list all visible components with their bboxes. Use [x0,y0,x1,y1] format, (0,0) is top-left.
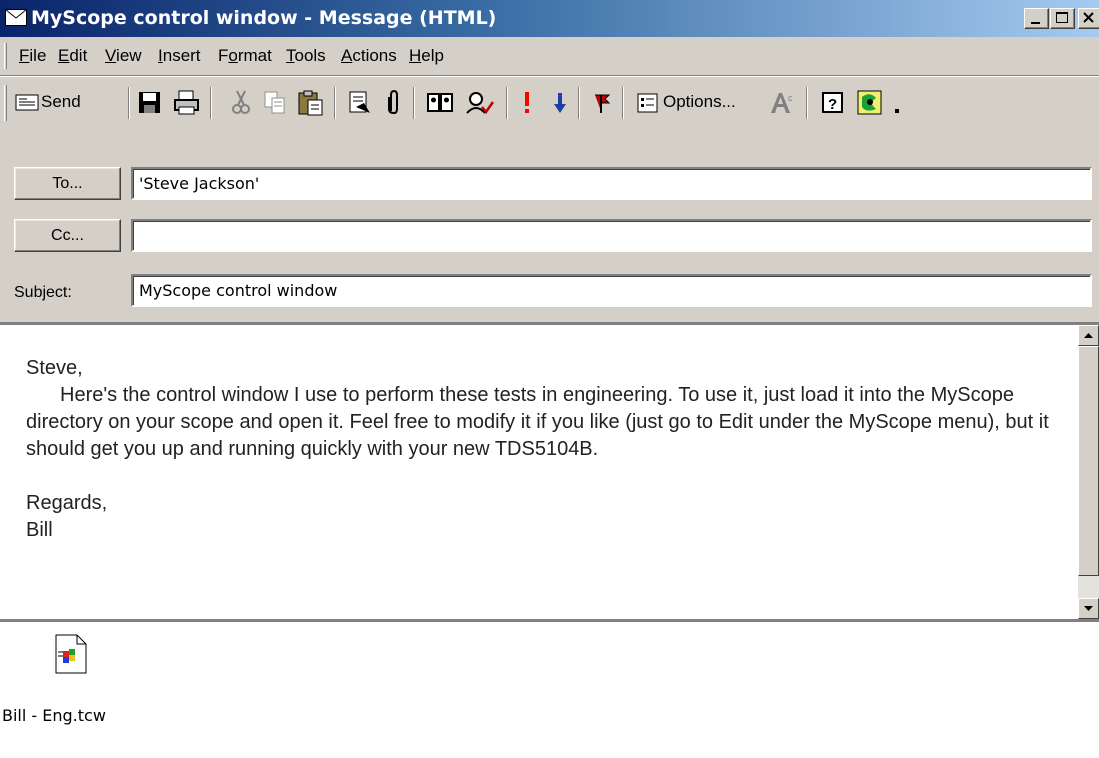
menu-view[interactable]: View [105,46,142,66]
toolbar-separator [578,87,580,119]
window-title: MyScope control window - Message (HTML) [31,7,497,29]
send-button[interactable]: Send [14,89,124,117]
standard-toolbar: Send Options... c ? [0,77,1099,129]
more-icon[interactable] [891,89,905,117]
menu-edit[interactable]: Edit [58,46,87,66]
assistant-icon[interactable] [856,89,884,117]
menu-grip[interactable] [4,43,7,69]
body-paragraph: Here's the control window I use to perfo… [26,384,1049,460]
greeting-line: Steve, [26,357,83,379]
minimize-icon [1031,22,1040,24]
subject-field[interactable]: MyScope control window [131,274,1092,307]
closing-line: Regards, [26,492,108,514]
title-bar[interactable]: MyScope control window - Message (HTML) [0,0,1099,37]
options-icon [637,93,658,113]
importance-high-icon[interactable] [520,89,534,117]
maximize-button[interactable] [1050,8,1075,29]
menu-help[interactable]: Help [409,46,444,66]
menu-bar: File Edit View Insert Format Tools Actio… [0,37,1099,76]
subject-label: Subject: [14,284,72,301]
toolbar-separator [413,87,415,119]
send-label: Send [41,92,81,111]
toolbar-separator [334,87,336,119]
toolbar-separator [210,87,212,119]
message-body[interactable]: Steve, Here's the control window I use t… [0,322,1099,622]
signature-line: Bill [26,519,53,541]
scroll-up-button[interactable] [1078,325,1099,346]
attachment-pane: Bill - Eng.tcw [0,622,1099,758]
to-button[interactable]: To... [14,167,121,200]
scroll-thumb[interactable] [1078,346,1099,576]
arrow-down-icon [1084,606,1093,611]
close-icon [1083,12,1094,23]
menu-insert[interactable]: Insert [158,46,201,66]
save-icon[interactable] [137,89,163,117]
copy-icon[interactable] [262,89,288,117]
paste-icon[interactable] [296,89,326,117]
options-button[interactable]: Options... [636,89,754,117]
message-window: MyScope control window - Message (HTML) … [0,0,1099,758]
vertical-scrollbar[interactable] [1078,325,1099,619]
svg-text:?: ? [828,96,837,113]
send-icon [15,94,39,111]
menu-file[interactable]: File [19,46,46,66]
address-book-icon[interactable] [426,89,456,117]
attach-icon[interactable] [384,89,404,117]
flag-icon[interactable] [592,89,612,117]
menu-actions[interactable]: Actions [341,46,397,66]
cut-icon[interactable] [230,89,252,117]
arrow-up-icon [1084,333,1093,338]
maximize-icon [1056,12,1068,23]
menu-tools[interactable]: Tools [286,46,326,66]
minimize-button[interactable] [1024,8,1049,29]
toolbar-grip[interactable] [4,85,7,121]
importance-low-icon[interactable] [552,89,568,117]
envelope-icon [5,9,27,26]
file-icon [55,634,87,674]
print-icon[interactable] [172,89,202,117]
toolbar-separator [622,87,624,119]
to-field[interactable]: 'Steve Jackson' [131,167,1092,200]
cc-field[interactable] [131,219,1092,252]
menu-format[interactable]: Format [218,46,272,66]
toolbar-separator [506,87,508,119]
message-text[interactable]: Steve, Here's the control window I use t… [26,355,1066,544]
insert-file-icon[interactable] [346,89,374,117]
cc-button[interactable]: Cc... [14,219,121,252]
scroll-down-button[interactable] [1078,598,1099,619]
toolbar-separator [806,87,808,119]
check-names-icon[interactable] [464,89,496,117]
svg-text:c: c [788,93,793,103]
options-label: Options... [663,92,736,111]
attachment-item[interactable]: Bill - Eng.tcw [0,622,140,742]
help-icon[interactable]: ? [820,89,846,117]
toolbar-separator [128,87,130,119]
close-button[interactable] [1078,8,1099,29]
font-color-icon[interactable]: c [766,89,796,117]
attachment-filename: Bill - Eng.tcw [2,706,106,725]
